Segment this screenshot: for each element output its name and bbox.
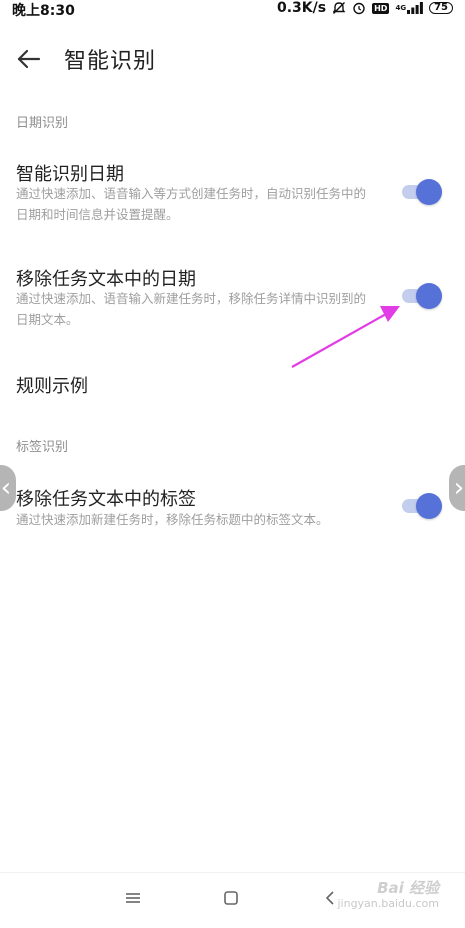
status-bar: 晚上8:30 0.3K/s HD 4G 75 [0,0,465,22]
chevron-right-icon: › [453,473,465,503]
home-button[interactable] [223,890,239,910]
toggle-knob [416,283,442,309]
status-time: 晚上8:30 [12,3,75,19]
menu-button[interactable] [125,890,141,910]
remove-date-toggle[interactable] [402,283,442,309]
mute-icon [332,1,346,15]
remove-tag-toggle[interactable] [402,493,442,519]
prev-page-arrow[interactable]: ‹ [0,465,16,511]
watermark-url: jingyan.baidu.com [337,897,439,910]
signal-icon: 4G [395,2,423,14]
section-label-date: 日期识别 [16,116,69,131]
setting-description: 通过快速添加新建任务时，移除任务标题中的标签文本。 [16,512,329,527]
toggle-knob [416,179,442,205]
alarm-icon [352,1,366,15]
setting-description: 通过快速添加、语音输入新建任务时，移除任务详情中识别到的日期文本。 [16,291,367,327]
back-button[interactable] [14,44,44,74]
page-title: 智能识别 [64,49,157,74]
annotation-arrow [291,306,400,368]
hd-badge: HD [372,2,390,14]
smart-date-toggle[interactable] [402,179,442,205]
app-header: 智能识别 [0,38,465,78]
watermark: Bai 经验 jingyan.baidu.com [337,880,439,912]
toggle-knob [416,493,442,519]
chevron-left-icon: ‹ [0,473,12,503]
next-page-arrow[interactable]: › [449,465,465,511]
network-speed: 0.3K/s [277,0,327,16]
setting-title: 移除任务文本中的标签 [16,489,196,510]
status-icons: 0.3K/s HD 4G 75 [277,0,453,16]
square-icon [224,891,238,905]
watermark-logo: Bai 经验 [377,879,439,897]
network-type: 4G [395,4,407,12]
nav-back-button[interactable] [322,890,338,910]
rule-examples-link[interactable]: 规则示例 [16,372,88,398]
battery-indicator: 75 [429,2,453,14]
arrow-left-icon [17,49,41,69]
setting-description: 通过快速添加、语音输入等方式创建任务时，自动识别任务中的日期和时间信息并设置提醒… [16,186,367,222]
hamburger-icon [126,893,140,903]
section-label-tag: 标签识别 [16,440,69,455]
chevron-left-icon [325,891,334,905]
